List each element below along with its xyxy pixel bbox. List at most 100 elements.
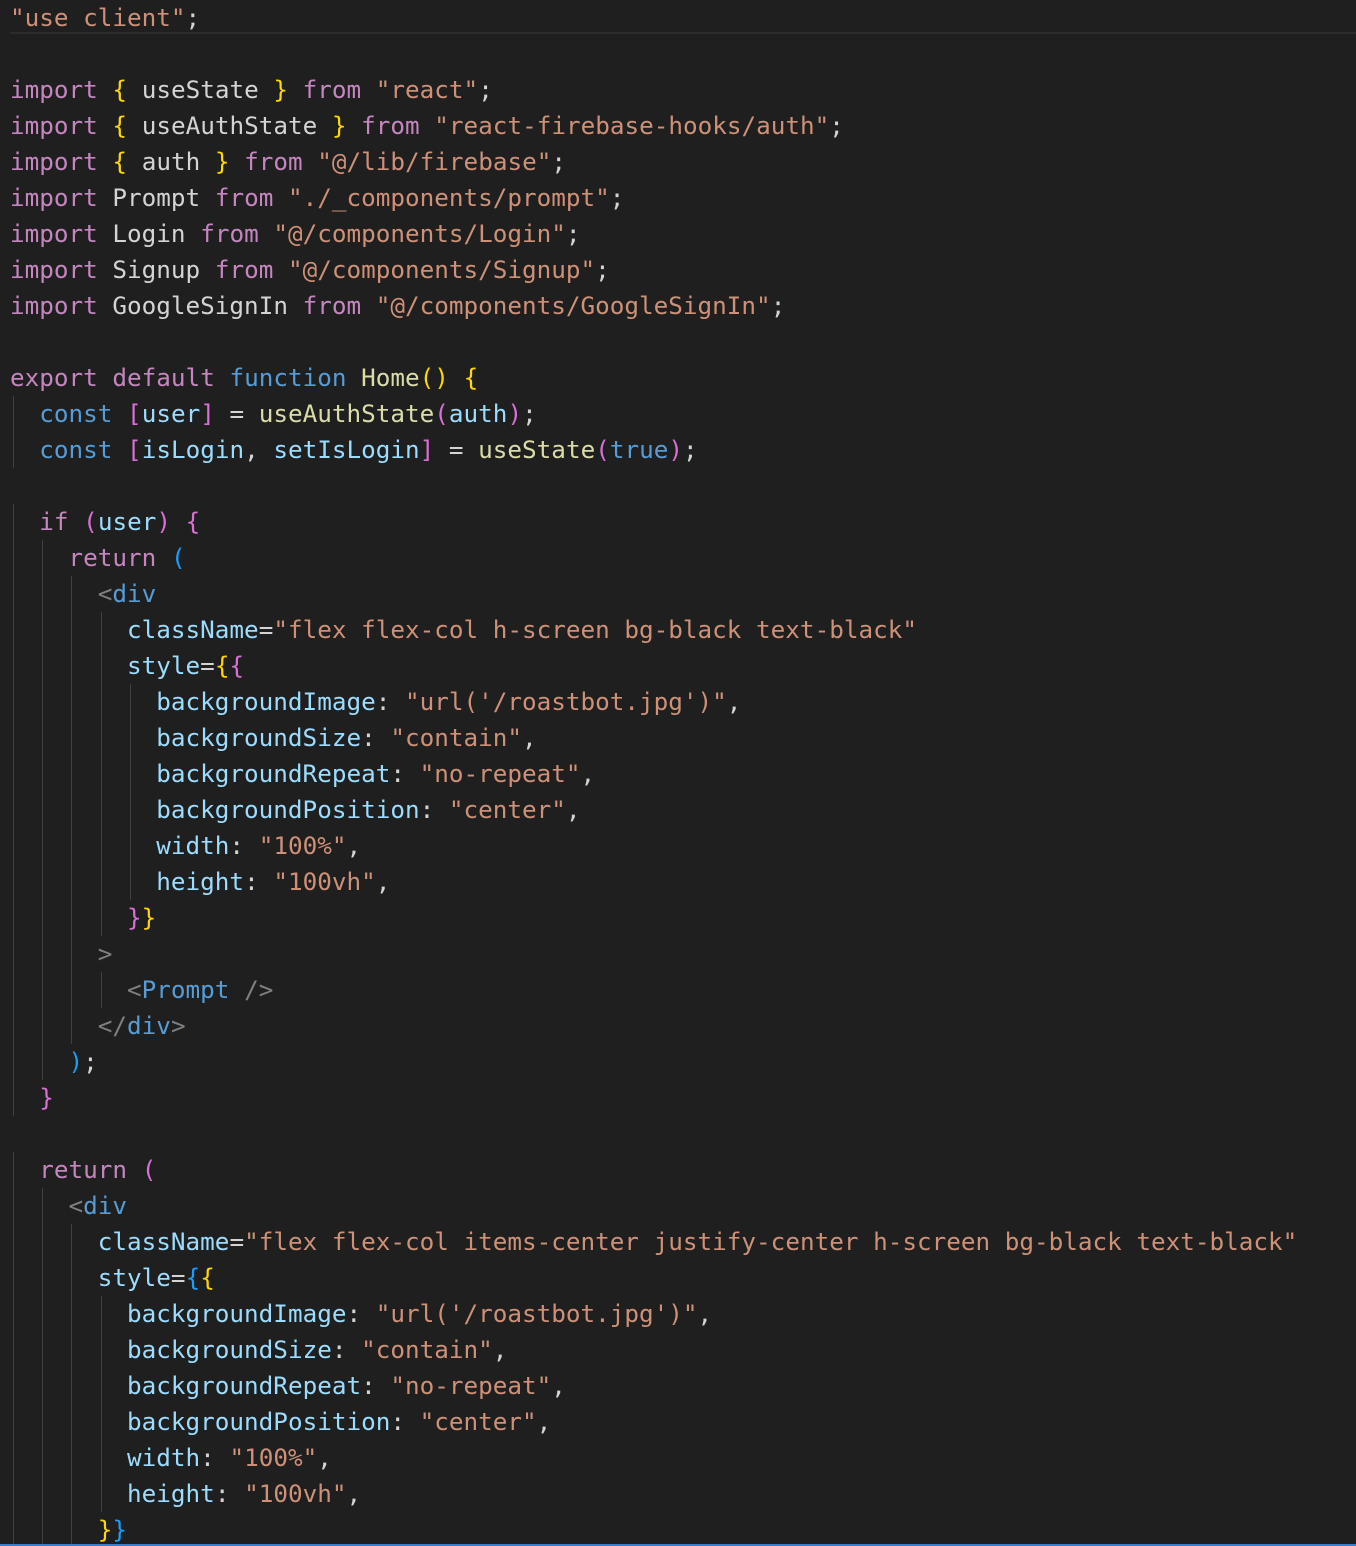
code-line[interactable]: return ( [10, 540, 1356, 576]
code-token-string: "react" [375, 75, 479, 104]
code-token-func: useState [478, 435, 596, 464]
code-line[interactable]: backgroundImage: "url('/roastbot.jpg')", [10, 1296, 1356, 1332]
code-line[interactable] [10, 324, 1356, 360]
code-token-tagpunct: < [97, 579, 113, 608]
code-line[interactable]: width: "100%", [10, 828, 1356, 864]
code-line[interactable]: backgroundSize: "contain", [10, 720, 1356, 756]
code-line[interactable]: backgroundPosition: "center", [10, 1404, 1356, 1440]
code-token-bracket1: { [463, 363, 479, 392]
code-line[interactable]: backgroundPosition: "center", [10, 792, 1356, 828]
code-editor[interactable]: "use client"; import { useState } from "r… [0, 0, 1356, 1546]
code-token-tagpunct: /> [244, 975, 274, 1004]
code-token-string: "@/components/GoogleSignIn" [375, 291, 771, 320]
code-token-var: backgroundImage [127, 1299, 347, 1328]
code-token-var: backgroundSize [156, 723, 362, 752]
code-line[interactable]: height: "100vh", [10, 1476, 1356, 1512]
code-line[interactable]: import Signup from "@/components/Signup"… [10, 252, 1356, 288]
code-line[interactable]: <div [10, 1188, 1356, 1224]
code-line[interactable]: <div [10, 576, 1356, 612]
indent-guide [13, 612, 14, 648]
code-token-string: "contain" [361, 1335, 493, 1364]
indent-guide [101, 1476, 102, 1512]
code-line[interactable]: }} [10, 900, 1356, 936]
code-token-plain: useAuthState [127, 111, 332, 140]
indent-guide [71, 864, 72, 900]
code-line[interactable]: backgroundImage: "url('/roastbot.jpg')", [10, 684, 1356, 720]
code-line[interactable]: const [isLogin, setIsLogin] = useState(t… [10, 432, 1356, 468]
code-lines[interactable]: "use client"; import { useState } from "r… [10, 0, 1356, 1546]
code-line[interactable] [10, 468, 1356, 504]
indent-guide [101, 1440, 102, 1476]
code-token-plain: : [229, 831, 259, 860]
code-line[interactable]: return ( [10, 1152, 1356, 1188]
code-line[interactable]: import Login from "@/components/Login"; [10, 216, 1356, 252]
code-token-var: user [97, 507, 157, 536]
code-line[interactable]: const [user] = useAuthState(auth); [10, 396, 1356, 432]
code-line[interactable]: if (user) { [10, 504, 1356, 540]
code-token-plain: : [390, 759, 420, 788]
code-line[interactable] [10, 36, 1356, 72]
code-line[interactable]: > [10, 936, 1356, 972]
indent-guide [42, 972, 43, 1008]
indent-guide [42, 648, 43, 684]
indent-guide [42, 684, 43, 720]
code-token-bracket1: { [112, 75, 128, 104]
code-line[interactable]: }} [10, 1512, 1356, 1546]
indent-guide [13, 828, 14, 864]
code-token-plain: : [361, 1371, 391, 1400]
code-token-punct: , [346, 1479, 362, 1508]
code-line[interactable]: backgroundRepeat: "no-repeat", [10, 756, 1356, 792]
code-token-plain: : [244, 867, 274, 896]
indent-guide [71, 1476, 72, 1512]
code-line[interactable]: style={{ [10, 648, 1356, 684]
code-line[interactable]: width: "100%", [10, 1440, 1356, 1476]
code-line[interactable]: "use client"; [10, 0, 1356, 36]
code-token-var: backgroundImage [156, 687, 376, 716]
code-line[interactable]: style={{ [10, 1260, 1356, 1296]
indent-guide [42, 1404, 43, 1440]
code-line[interactable]: </div> [10, 1008, 1356, 1044]
code-token-string: "@/lib/firebase" [317, 147, 552, 176]
indent-guide [42, 1296, 43, 1332]
indent-guide [42, 756, 43, 792]
code-line[interactable]: ); [10, 1044, 1356, 1080]
code-line[interactable]: import { useState } from "react"; [10, 72, 1356, 108]
code-token-string: "@/components/Login" [273, 219, 566, 248]
code-token-bracket2: } [127, 903, 142, 932]
code-line[interactable]: backgroundSize: "contain", [10, 1332, 1356, 1368]
code-token-tagpunct: > [170, 1011, 186, 1040]
indent-guide [13, 972, 14, 1008]
code-line[interactable]: import Prompt from "./_components/prompt… [10, 180, 1356, 216]
indent-guide [13, 792, 14, 828]
code-token-var: backgroundRepeat [127, 1371, 362, 1400]
code-line[interactable] [10, 1116, 1356, 1152]
code-line[interactable]: <Prompt /> [10, 972, 1356, 1008]
code-line[interactable]: className="flex flex-col items-center ju… [10, 1224, 1356, 1260]
code-token-string: "url('/roastbot.jpg')" [404, 687, 727, 716]
indent-guide [42, 828, 43, 864]
indent-guide [101, 1332, 102, 1368]
code-line[interactable]: export default function Home() { [10, 360, 1356, 396]
code-line[interactable]: className="flex flex-col h-screen bg-bla… [10, 612, 1356, 648]
code-token-string: "center" [448, 795, 566, 824]
code-line[interactable]: import { useAuthState } from "react-fire… [10, 108, 1356, 144]
indent-guide [42, 1008, 43, 1044]
code-token-var: width [156, 831, 230, 860]
code-line[interactable]: import GoogleSignIn from "@/components/G… [10, 288, 1356, 324]
code-line[interactable]: import { auth } from "@/lib/firebase"; [10, 144, 1356, 180]
code-line[interactable]: backgroundRepeat: "no-repeat", [10, 1368, 1356, 1404]
indent-guide [101, 972, 102, 1008]
code-line[interactable]: } [10, 1080, 1356, 1116]
code-token-punct: ; [770, 291, 786, 320]
code-line[interactable]: height: "100vh", [10, 864, 1356, 900]
indent-guide [71, 1404, 72, 1440]
indent-guide [42, 1044, 43, 1080]
indent-guide [71, 972, 72, 1008]
